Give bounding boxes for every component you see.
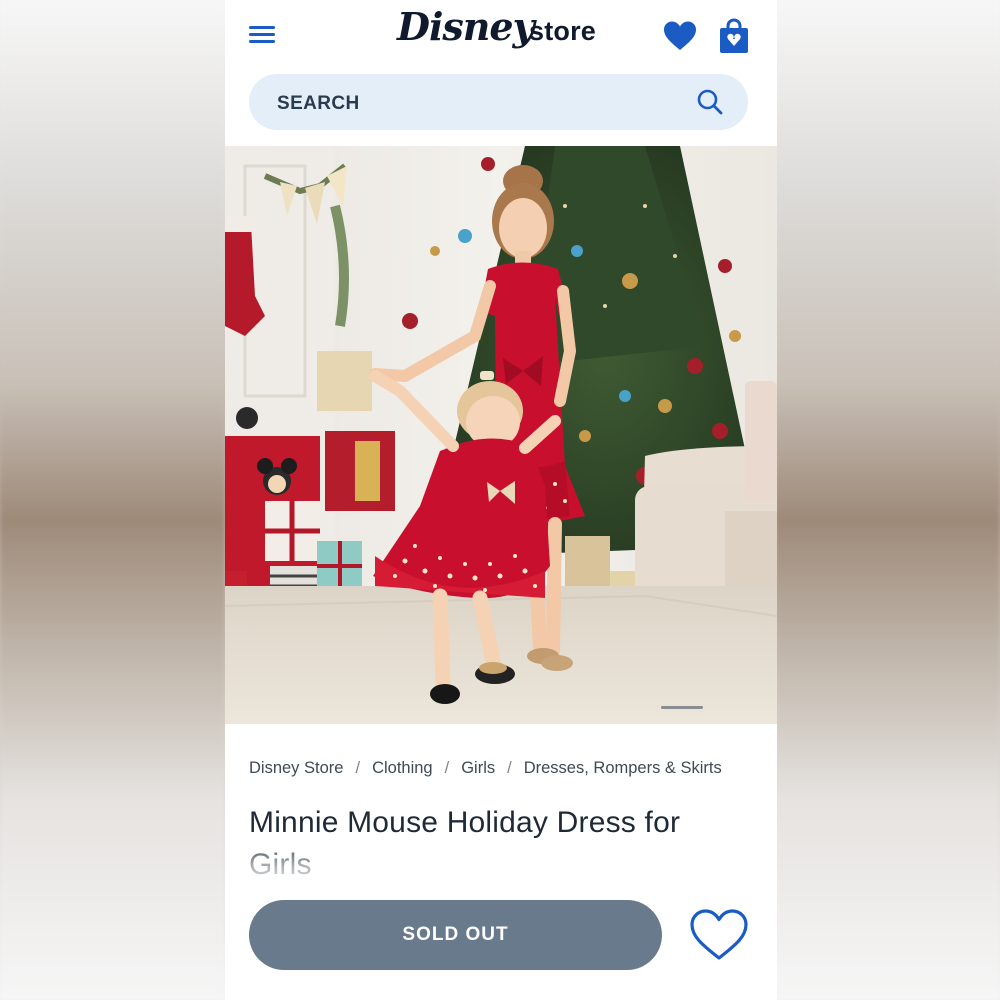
shopping-bag-icon[interactable] bbox=[719, 18, 749, 54]
background-blur-right bbox=[775, 0, 1000, 1000]
search-input[interactable]: SEARCH bbox=[249, 74, 748, 130]
breadcrumb-separator: / bbox=[507, 758, 512, 777]
product-title: Minnie Mouse Holiday Dress for Girls bbox=[249, 806, 681, 881]
breadcrumb-girls[interactable]: Girls bbox=[461, 759, 495, 778]
product-image-carousel[interactable] bbox=[225, 146, 777, 724]
search-placeholder: SEARCH bbox=[277, 93, 360, 114]
background-blur-left bbox=[0, 0, 225, 1000]
breadcrumb-separator: / bbox=[355, 758, 361, 777]
disney-store-logo[interactable]: Disney store bbox=[397, 2, 607, 62]
breadcrumb-disney-store[interactable]: Disney Store bbox=[249, 759, 343, 778]
site-header: Disney store SEARCH bbox=[225, 0, 777, 146]
sold-out-button[interactable]: SOLD OUT bbox=[249, 900, 662, 970]
hamburger-menu-icon[interactable] bbox=[249, 22, 277, 48]
logo-store: store bbox=[529, 16, 597, 46]
carousel-indicator[interactable] bbox=[661, 706, 703, 709]
product-photo bbox=[225, 146, 777, 724]
breadcrumb-clothing[interactable]: Clothing bbox=[372, 759, 433, 778]
search-icon[interactable] bbox=[696, 88, 724, 116]
logo-script: Disney bbox=[397, 4, 535, 49]
heart-icon[interactable] bbox=[663, 20, 697, 52]
breadcrumb: Disney Store / Clothing / Girls / Dresse… bbox=[249, 757, 759, 779]
breadcrumb-dresses-rompers-skirts[interactable]: Dresses, Rompers & Skirts bbox=[524, 759, 722, 778]
breadcrumb-separator: / bbox=[444, 758, 450, 777]
heart-outline-icon[interactable] bbox=[689, 908, 749, 962]
mobile-page: Disney store SEARCH Disney Store / Cloth… bbox=[225, 0, 777, 1000]
